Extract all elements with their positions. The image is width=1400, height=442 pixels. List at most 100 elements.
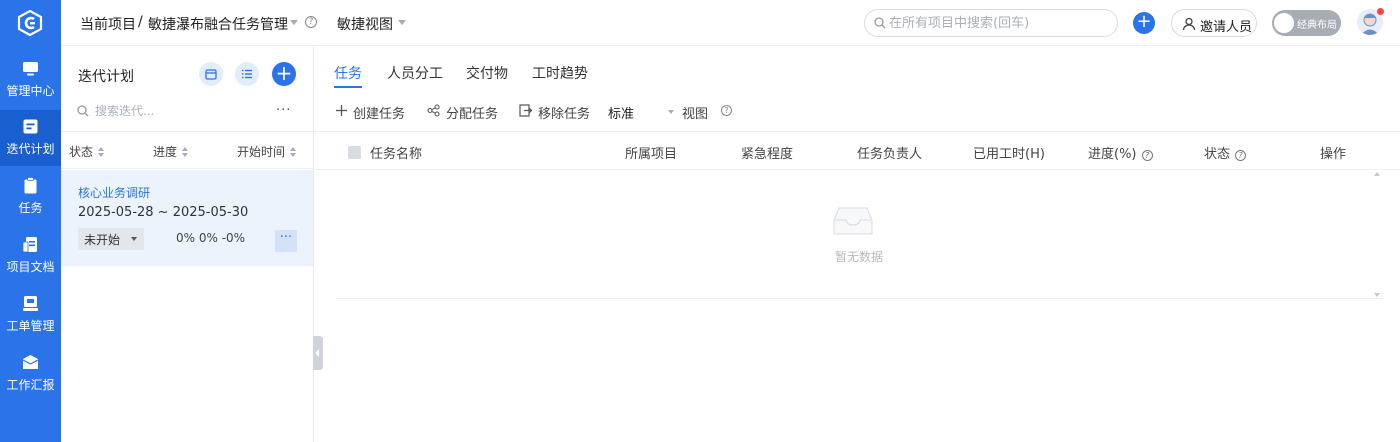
iteration-progress: 0% 0% -0% — [176, 231, 246, 245]
iteration-search-input[interactable] — [95, 102, 245, 120]
nav-label: 工作汇报 — [6, 378, 55, 392]
nav-item-tasks[interactable]: 任务 — [0, 169, 61, 225]
select-all-checkbox[interactable] — [348, 146, 361, 159]
column-start-time[interactable]: 开始时间 — [237, 143, 297, 160]
nav-item-tickets[interactable]: 工单管理 — [0, 287, 61, 343]
iteration-more-button[interactable]: ··· — [275, 230, 297, 252]
chevron-down-icon[interactable] — [398, 20, 406, 25]
iteration-item[interactable]: 核心业务调研 2025-05-28 ~ 2025-05-30 未开始 0% 0%… — [61, 170, 313, 266]
list-icon — [242, 69, 252, 79]
user-icon — [1182, 17, 1196, 31]
calendar-view-button[interactable] — [199, 62, 223, 86]
chevron-down-icon[interactable] — [290, 20, 298, 25]
nav-label: 管理中心 — [6, 84, 55, 98]
active-tab-indicator — [334, 86, 362, 88]
global-search[interactable] — [864, 9, 1118, 37]
column-assignee: 任务负责人 — [857, 147, 923, 162]
share-nodes-icon — [427, 104, 440, 117]
help-icon[interactable]: ? — [1235, 150, 1247, 161]
clipboard-icon — [24, 177, 37, 194]
iteration-panel-title: 迭代计划 — [78, 69, 134, 85]
document-icon — [22, 237, 37, 253]
column-label: 进度 — [153, 145, 178, 159]
search-icon — [874, 17, 886, 29]
ticket-icon — [23, 296, 38, 311]
add-button[interactable]: + — [1133, 12, 1155, 34]
column-project: 所属项目 — [625, 147, 678, 162]
column-hours-used: 已用工时(H) — [973, 147, 1045, 162]
add-iteration-button[interactable]: + — [272, 62, 296, 86]
help-icon[interactable]: ? — [721, 105, 732, 116]
column-label: 状态 — [1204, 147, 1231, 162]
breadcrumb-current-project[interactable]: 当前项目 — [80, 14, 136, 34]
empty-inbox-icon — [833, 207, 873, 235]
breadcrumb-separator: / — [138, 14, 143, 30]
nav-item-project-docs[interactable]: 项目文档 — [0, 228, 61, 284]
task-table-header: 任务名称 所属项目 紧急程度 任务负责人 已用工时(H) 进度(%)? 状态? … — [314, 131, 1400, 170]
scroll-down-arrow[interactable] — [1374, 293, 1380, 297]
remove-task-button[interactable]: 移除任务 — [538, 103, 590, 122]
monitor-icon — [23, 62, 38, 76]
invite-label: 邀请人员 — [1200, 20, 1253, 35]
toggle-knob — [1274, 13, 1294, 33]
plus-icon — [336, 105, 347, 116]
exit-icon — [519, 104, 532, 117]
nav-item-reports[interactable]: 工作汇报 — [0, 346, 61, 402]
view-selector[interactable]: 敏捷视图 — [337, 14, 393, 34]
logo-icon[interactable] — [16, 9, 44, 37]
status-dropdown[interactable]: 未开始 — [78, 228, 144, 250]
nav-label: 工单管理 — [6, 319, 55, 333]
column-label: 状态 — [69, 145, 94, 159]
column-status[interactable]: 状态 — [69, 143, 105, 160]
left-navigation: 管理中心 迭代计划 任务 项目文档 工单管理 工作汇报 — [0, 0, 61, 442]
status-value: 未开始 — [84, 233, 121, 247]
iteration-icon — [23, 119, 38, 134]
iteration-table-header: 状态 进度 开始时间 — [61, 131, 313, 169]
sort-icon[interactable] — [290, 147, 297, 157]
iteration-name[interactable]: 核心业务调研 — [78, 184, 150, 201]
search-input[interactable] — [889, 15, 1109, 31]
nav-item-management[interactable]: 管理中心 — [0, 52, 61, 108]
iteration-panel: 迭代计划 + ··· 状态 进度 开始时间 核心业务调研 2025-05-28 … — [61, 47, 314, 442]
column-progress[interactable]: 进度 — [153, 143, 189, 160]
help-icon[interactable]: ? — [305, 16, 317, 28]
list-view-button[interactable] — [235, 62, 259, 86]
classic-layout-toggle[interactable]: 经典布局 — [1272, 10, 1341, 36]
tab-staffing[interactable]: 人员分工 — [387, 63, 443, 83]
notification-dot — [1377, 8, 1384, 15]
nav-label: 任务 — [18, 201, 43, 215]
standard-select[interactable]: 标准 — [608, 103, 634, 122]
column-urgency: 紧急程度 — [741, 147, 794, 162]
empty-state: 暂无数据 — [335, 171, 1383, 299]
create-task-button[interactable]: 创建任务 — [353, 103, 405, 122]
project-name-selector[interactable]: 敏捷瀑布融合任务管理 — [148, 14, 288, 34]
more-options-icon[interactable]: ··· — [276, 103, 291, 118]
invite-button[interactable]: 邀请人员 — [1171, 9, 1257, 37]
collapse-panel-handle[interactable] — [313, 336, 323, 370]
tab-tasks[interactable]: 任务 — [334, 63, 362, 83]
tab-work-hours-trend[interactable]: 工时趋势 — [532, 63, 588, 83]
sort-icon[interactable] — [98, 147, 105, 157]
chevron-down-icon — [131, 237, 137, 241]
empty-state-text: 暂无数据 — [834, 250, 883, 264]
toggle-label: 经典布局 — [1297, 20, 1337, 31]
column-progress: 进度(%)? — [1088, 143, 1153, 162]
scroll-up-arrow[interactable] — [1374, 172, 1380, 176]
iteration-dates: 2025-05-28 ~ 2025-05-30 — [78, 205, 249, 220]
help-icon[interactable]: ? — [1141, 150, 1153, 161]
column-task-name: 任务名称 — [370, 147, 423, 162]
assign-task-button[interactable]: 分配任务 — [446, 103, 498, 122]
search-icon — [77, 105, 89, 117]
nav-label: 迭代计划 — [6, 142, 55, 156]
sort-icon[interactable] — [182, 147, 189, 157]
column-status: 状态? — [1204, 143, 1247, 162]
column-label: 开始时间 — [237, 145, 286, 159]
tab-deliverables[interactable]: 交付物 — [466, 63, 508, 83]
iteration-search[interactable] — [75, 102, 255, 122]
top-header: 当前项目 / 敏捷瀑布融合任务管理 ? 敏捷视图 + 邀请人员 经典布局 — [61, 0, 1400, 46]
chevron-down-icon[interactable] — [668, 110, 674, 114]
report-icon — [22, 355, 39, 369]
view-button[interactable]: 视图 — [682, 103, 708, 122]
nav-label: 项目文档 — [6, 260, 55, 274]
nav-item-iteration[interactable]: 迭代计划 — [0, 110, 61, 166]
